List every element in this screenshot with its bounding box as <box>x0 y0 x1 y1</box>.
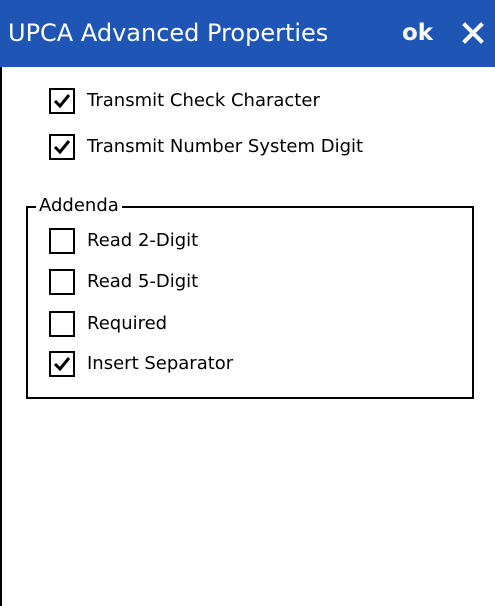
read-2-digit-label: Read 2-Digit <box>87 230 199 251</box>
required-checkbox[interactable] <box>49 311 75 337</box>
checkmark-icon <box>53 94 71 109</box>
addenda-group-title: Addenda <box>36 192 122 220</box>
required-label: Required <box>87 313 168 334</box>
transmit-number-system-digit-option[interactable]: Transmit Number System Digit <box>49 133 429 165</box>
read-2-digit-option[interactable]: Read 2-Digit <box>49 227 269 259</box>
insert-separator-option[interactable]: Insert Separator <box>49 350 309 382</box>
read-5-digit-label: Read 5-Digit <box>87 271 199 292</box>
transmit-number-system-digit-checkbox[interactable] <box>49 134 75 160</box>
read-5-digit-option[interactable]: Read 5-Digit <box>49 268 269 300</box>
checkmark-icon <box>53 357 71 372</box>
window-title: UPCA Advanced Properties <box>8 19 329 47</box>
title-bar: UPCA Advanced Properties ok <box>0 0 495 67</box>
checkmark-icon <box>53 140 71 155</box>
transmit-number-system-digit-label: Transmit Number System Digit <box>87 136 364 157</box>
insert-separator-checkbox[interactable] <box>49 351 75 377</box>
dialog-body: Transmit Check Character Transmit Number… <box>0 67 495 606</box>
required-option[interactable]: Required <box>49 310 269 342</box>
close-button[interactable] <box>456 16 490 50</box>
close-icon <box>462 22 484 44</box>
read-2-digit-checkbox[interactable] <box>49 228 75 254</box>
insert-separator-label: Insert Separator <box>87 353 234 374</box>
read-5-digit-checkbox[interactable] <box>49 269 75 295</box>
transmit-check-character-checkbox[interactable] <box>49 88 75 114</box>
transmit-check-character-label: Transmit Check Character <box>87 90 320 111</box>
ok-button[interactable]: ok <box>402 16 433 50</box>
transmit-check-character-option[interactable]: Transmit Check Character <box>49 87 409 119</box>
